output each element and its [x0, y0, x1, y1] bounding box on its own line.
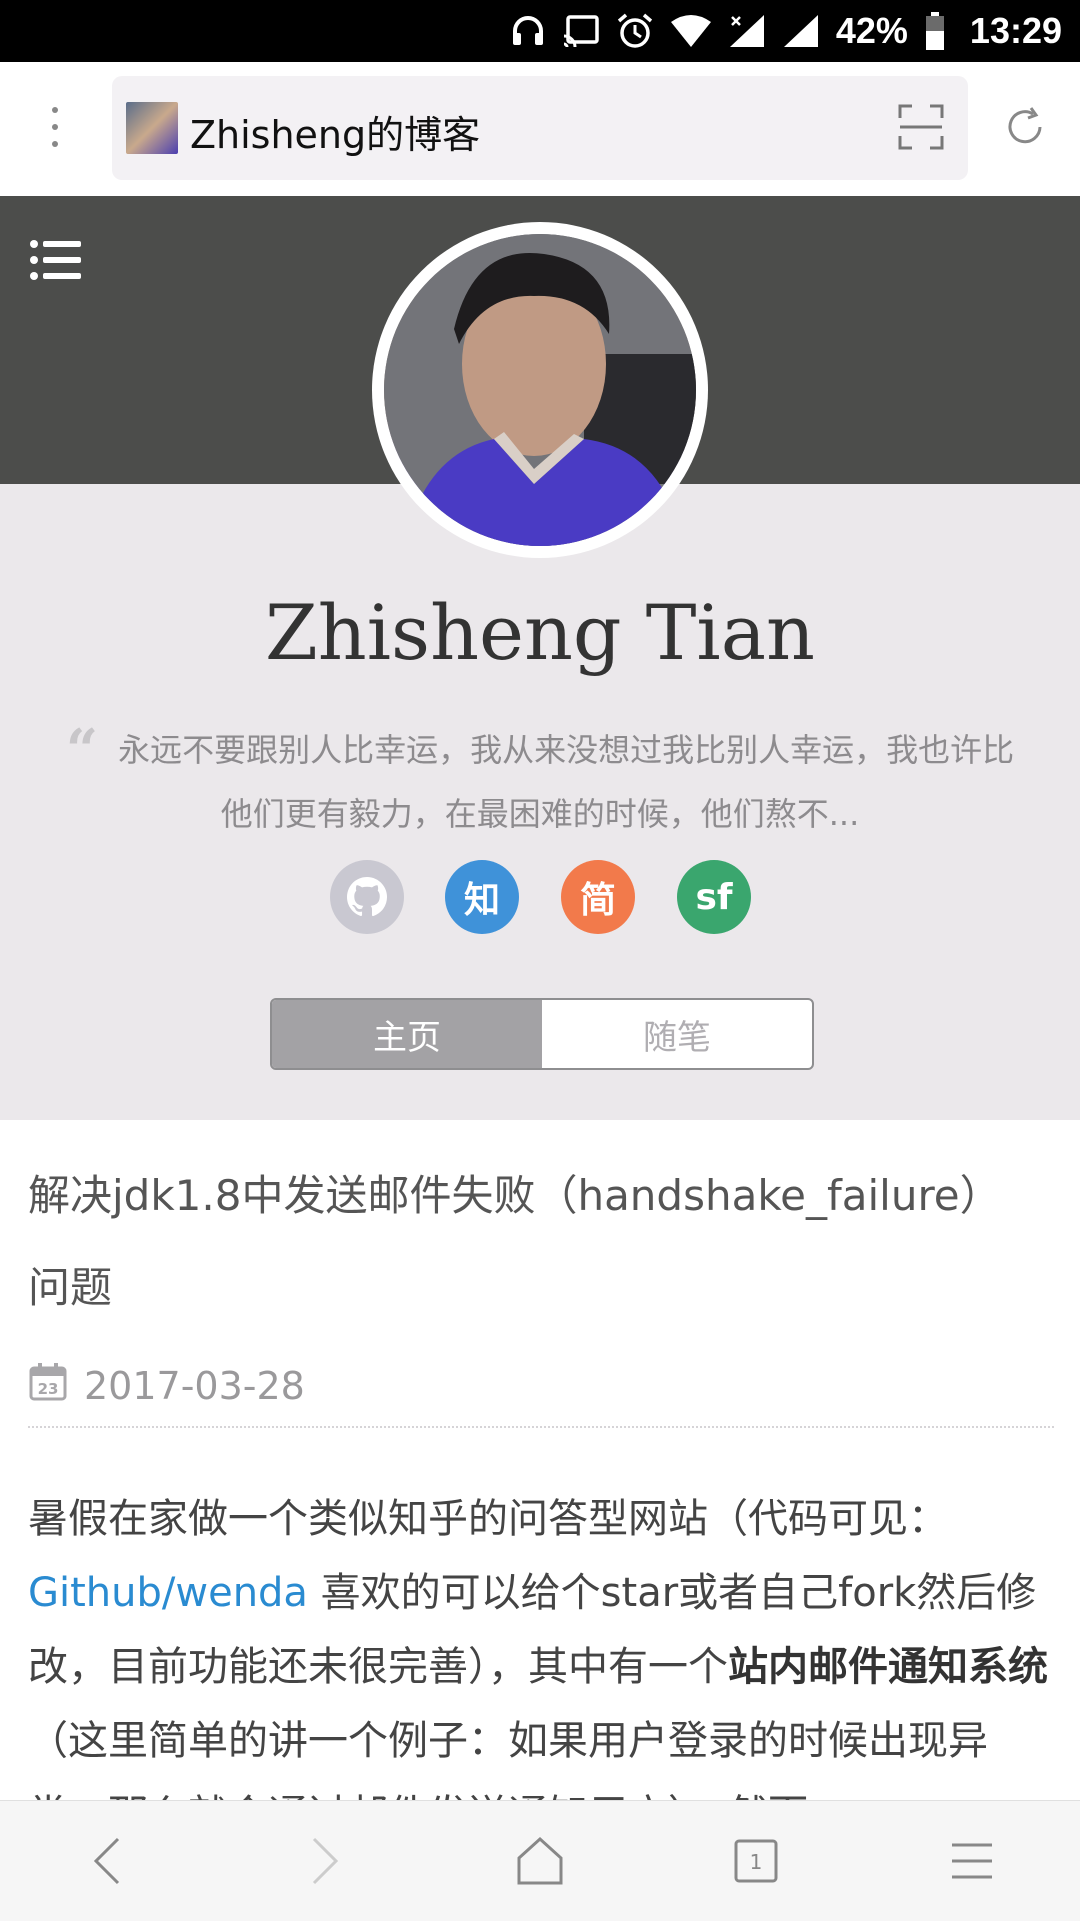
- calendar-day: 23: [38, 1380, 59, 1398]
- signal-icon: [728, 13, 766, 49]
- back-icon[interactable]: [78, 1831, 138, 1891]
- page-title: Zhisheng的博客: [190, 113, 481, 157]
- tab-essays[interactable]: 随笔: [542, 1000, 812, 1068]
- segmentfault-icon[interactable]: sf: [677, 860, 751, 934]
- battery-percent: 42%: [835, 10, 908, 51]
- headphones-icon: [510, 13, 546, 49]
- menu-icon[interactable]: [942, 1831, 1002, 1891]
- site-favicon: [126, 102, 178, 154]
- divider: [28, 1426, 1054, 1428]
- zhihu-icon[interactable]: 知: [445, 860, 519, 934]
- tab-count: 1: [750, 1850, 763, 1874]
- post-body: 暑假在家做一个类似知乎的问答型网站（代码可见：Github/wenda 喜欢的可…: [28, 1482, 1054, 1852]
- tab-home[interactable]: 主页: [272, 1000, 542, 1068]
- profile-tabs: 主页 随笔: [270, 998, 814, 1070]
- alarm-icon: [616, 12, 654, 50]
- cast-icon: [562, 14, 600, 48]
- post-body-bold: 站内邮件通知系统: [728, 1644, 1048, 1690]
- social-links: 知 简 sf: [0, 860, 1080, 934]
- post-date: 23 2017-03-28: [28, 1360, 305, 1412]
- quote-text: 永远不要跟别人比幸运，我从来没想过我比别人幸运，我也许比他们更有毅力，在最困难的…: [118, 731, 1015, 833]
- signal-icon: [782, 13, 820, 49]
- forward-icon[interactable]: [294, 1831, 354, 1891]
- github-icon[interactable]: [330, 860, 404, 934]
- post-title[interactable]: 解决jdk1.8中发送邮件失败（handshake_failure）问题: [28, 1150, 1038, 1334]
- github-wenda-link[interactable]: Github/wenda: [28, 1570, 308, 1616]
- jianshu-icon[interactable]: 简: [561, 860, 635, 934]
- more-menu-icon[interactable]: [40, 102, 70, 152]
- browser-bottom-nav: 1: [0, 1800, 1080, 1921]
- post-date-text: 2017-03-28: [84, 1364, 305, 1408]
- clock: 13:29: [969, 10, 1062, 51]
- avatar[interactable]: [372, 222, 708, 558]
- wifi-icon: [670, 14, 712, 48]
- quote-icon: “: [65, 717, 99, 783]
- scan-icon[interactable]: [898, 104, 944, 150]
- reload-icon[interactable]: [1003, 105, 1047, 149]
- battery-icon: [924, 11, 946, 51]
- tabs-icon[interactable]: 1: [726, 1831, 786, 1891]
- avatar-photo: [384, 234, 696, 546]
- browser-toolbar: Zhisheng的博客: [0, 62, 1080, 196]
- menu-list-icon[interactable]: [30, 240, 82, 280]
- calendar-icon: 23: [28, 1362, 68, 1411]
- post-body-intro: 暑假在家做一个类似知乎的问答型网站（代码可见：: [28, 1496, 948, 1542]
- profile-quote: “ 永远不要跟别人比幸运，我从来没想过我比别人幸运，我也许比他们更有毅力，在最困难…: [60, 718, 1020, 846]
- address-bar[interactable]: Zhisheng的博客: [112, 76, 968, 180]
- status-bar: 42% 13:29: [0, 0, 1080, 62]
- profile-name: Zhisheng Tian: [265, 588, 815, 677]
- home-icon[interactable]: [510, 1831, 570, 1891]
